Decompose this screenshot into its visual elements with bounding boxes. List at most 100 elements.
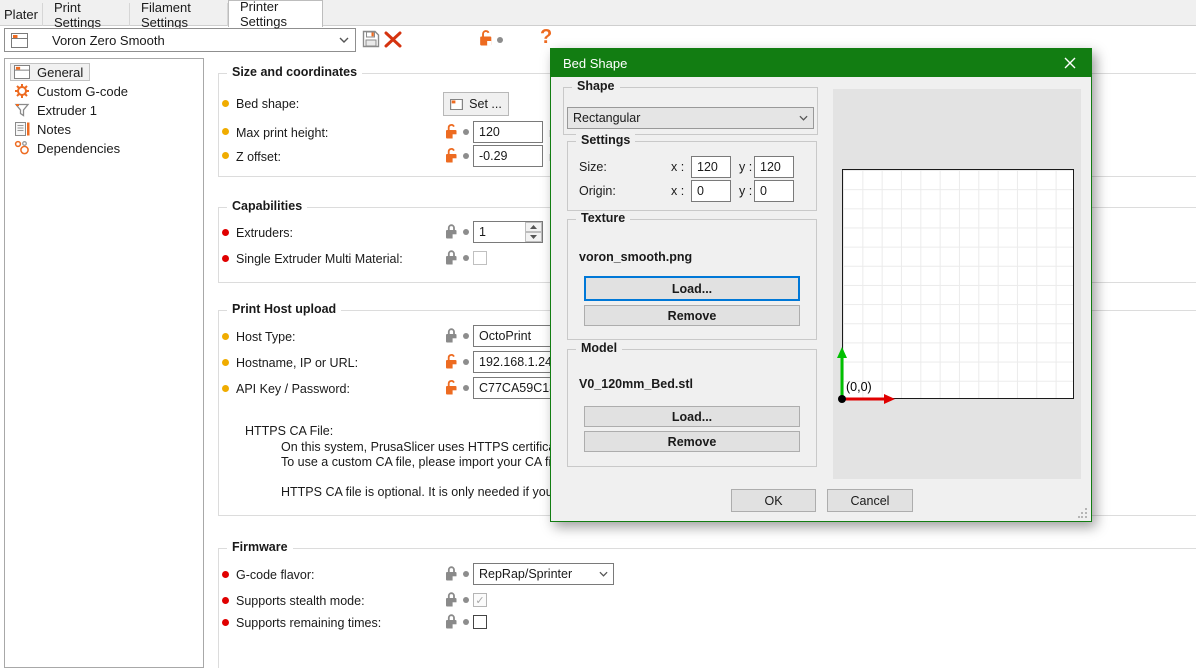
- y-label: y :: [739, 183, 752, 199]
- origin-coordinates-label: (0,0): [846, 380, 872, 394]
- chevron-down-icon: [799, 115, 808, 121]
- gcode-flavor-label: G-code flavor:: [236, 567, 315, 583]
- sidebar-item-custom-gcode[interactable]: Custom G-code: [10, 82, 135, 100]
- gear-icon: [14, 83, 30, 99]
- lock-open-icon[interactable]: [445, 147, 458, 166]
- lock-open-icon[interactable]: [445, 353, 458, 372]
- size-y-input[interactable]: 120: [754, 156, 794, 178]
- z-offset-input[interactable]: -0.29: [473, 145, 543, 167]
- toolbar-lock-button[interactable]: [479, 29, 493, 49]
- group-firmware: Firmware: [218, 548, 1196, 668]
- extruders-stepper[interactable]: 1: [473, 221, 543, 243]
- printer-icon: [11, 33, 28, 48]
- lock-open-icon[interactable]: [445, 379, 458, 398]
- max-print-height-input[interactable]: 120: [473, 121, 543, 143]
- save-icon: [362, 30, 380, 48]
- semm-checkbox[interactable]: [473, 251, 487, 265]
- save-preset-button[interactable]: [362, 30, 380, 51]
- system-bullet: [222, 597, 229, 604]
- x-label: x :: [671, 159, 684, 175]
- origin-label: Origin:: [579, 183, 616, 199]
- modified-bullet: [222, 333, 229, 340]
- size-x-input[interactable]: 120: [691, 156, 731, 178]
- bed-shape-set-button[interactable]: Set ...: [443, 92, 509, 116]
- lock-closed-icon[interactable]: [445, 249, 458, 268]
- texture-load-button[interactable]: Load...: [584, 276, 800, 301]
- cancel-button[interactable]: Cancel: [827, 489, 913, 512]
- origin-x-input[interactable]: 0: [691, 180, 731, 202]
- help-icon[interactable]: ?: [540, 26, 552, 49]
- remaining-times-checkbox[interactable]: [473, 615, 487, 629]
- lock-closed-icon[interactable]: [445, 223, 458, 242]
- stealth-mode-label: Supports stealth mode:: [236, 593, 365, 609]
- texture-remove-button[interactable]: Remove: [584, 305, 800, 326]
- texture-filename: voron_smooth.png: [579, 249, 692, 265]
- shape-select[interactable]: Rectangular: [567, 107, 814, 129]
- modified-bullet: [222, 128, 229, 135]
- stealth-mode-checkbox[interactable]: ✓: [473, 593, 487, 607]
- delete-preset-button[interactable]: [383, 31, 403, 51]
- lock-closed-icon[interactable]: [445, 591, 458, 610]
- sidebar-item-notes[interactable]: Notes: [10, 120, 78, 138]
- model-load-button[interactable]: Load...: [584, 406, 800, 427]
- lock-open-icon[interactable]: [445, 123, 458, 142]
- resize-grip[interactable]: [1078, 508, 1088, 518]
- notes-icon: [14, 121, 30, 137]
- dot-indicator: [463, 229, 469, 235]
- bed-preview-panel: (0,0): [833, 89, 1081, 479]
- delete-icon: [383, 31, 403, 48]
- dialog-close-button[interactable]: [1049, 49, 1091, 77]
- dot-indicator: [463, 255, 469, 261]
- sidebar-item-general[interactable]: General: [10, 63, 90, 81]
- bed-icon: [450, 99, 463, 110]
- sidebar-item-dependencies[interactable]: Dependencies: [10, 139, 127, 157]
- printer-preset-combobox[interactable]: Voron Zero Smooth: [4, 28, 356, 52]
- x-label: x :: [671, 183, 684, 199]
- modified-bullet: [222, 385, 229, 392]
- system-bullet: [222, 619, 229, 626]
- settings-tab-bar: Plater Print Settings Filament Settings …: [0, 0, 1196, 26]
- sidebar-item-extruder-1[interactable]: Extruder 1: [10, 101, 104, 119]
- dot-indicator: [463, 571, 469, 577]
- modified-bullet: [222, 152, 229, 159]
- host-type-label: Host Type:: [236, 329, 296, 345]
- app-window: Plater Print Settings Filament Settings …: [0, 0, 1196, 668]
- system-bullet: [222, 255, 229, 262]
- system-bullet: [222, 229, 229, 236]
- chevron-down-icon: [599, 571, 608, 577]
- chevron-down-icon: [339, 37, 349, 43]
- model-filename: V0_120mm_Bed.stl: [579, 376, 693, 392]
- model-remove-button[interactable]: Remove: [584, 431, 800, 452]
- tab-print-settings[interactable]: Print Settings: [43, 3, 130, 26]
- settings-page-tree: General Custom G-code Extruder 1: [4, 58, 204, 668]
- dot-indicator: [463, 153, 469, 159]
- tab-filament-settings[interactable]: Filament Settings: [130, 3, 228, 26]
- bed-shape-dialog: Bed Shape Shape Rectangular Settings Siz…: [550, 48, 1092, 522]
- ok-button[interactable]: OK: [731, 489, 816, 512]
- dot-indicator: [463, 619, 469, 625]
- y-label: y :: [739, 159, 752, 175]
- stepper-up-button[interactable]: [525, 222, 542, 232]
- modified-bullet: [222, 359, 229, 366]
- tab-plater[interactable]: Plater: [0, 3, 43, 26]
- lock-closed-icon[interactable]: [445, 613, 458, 632]
- dot-indicator: [463, 385, 469, 391]
- printer-icon: [14, 65, 30, 79]
- extruder-icon: [14, 102, 30, 118]
- lock-closed-icon[interactable]: [445, 327, 458, 346]
- remaining-times-label: Supports remaining times:: [236, 615, 381, 631]
- semm-label: Single Extruder Multi Material:: [236, 251, 403, 267]
- dot-indicator: [463, 359, 469, 365]
- stepper-down-button[interactable]: [525, 232, 542, 242]
- hostname-label: Hostname, IP or URL:: [236, 355, 358, 371]
- dialog-title: Bed Shape: [551, 56, 627, 71]
- dialog-titlebar[interactable]: Bed Shape: [551, 49, 1091, 77]
- stepper-buttons: [525, 222, 542, 242]
- tab-printer-settings[interactable]: Printer Settings: [228, 0, 323, 27]
- toolbar-dot-indicator: [497, 37, 503, 43]
- lock-closed-icon[interactable]: [445, 565, 458, 584]
- origin-y-input[interactable]: 0: [754, 180, 794, 202]
- bed-axes: [833, 89, 1081, 479]
- check-icon: ✓: [475, 594, 484, 607]
- gcode-flavor-select[interactable]: RepRap/Sprinter: [473, 563, 614, 585]
